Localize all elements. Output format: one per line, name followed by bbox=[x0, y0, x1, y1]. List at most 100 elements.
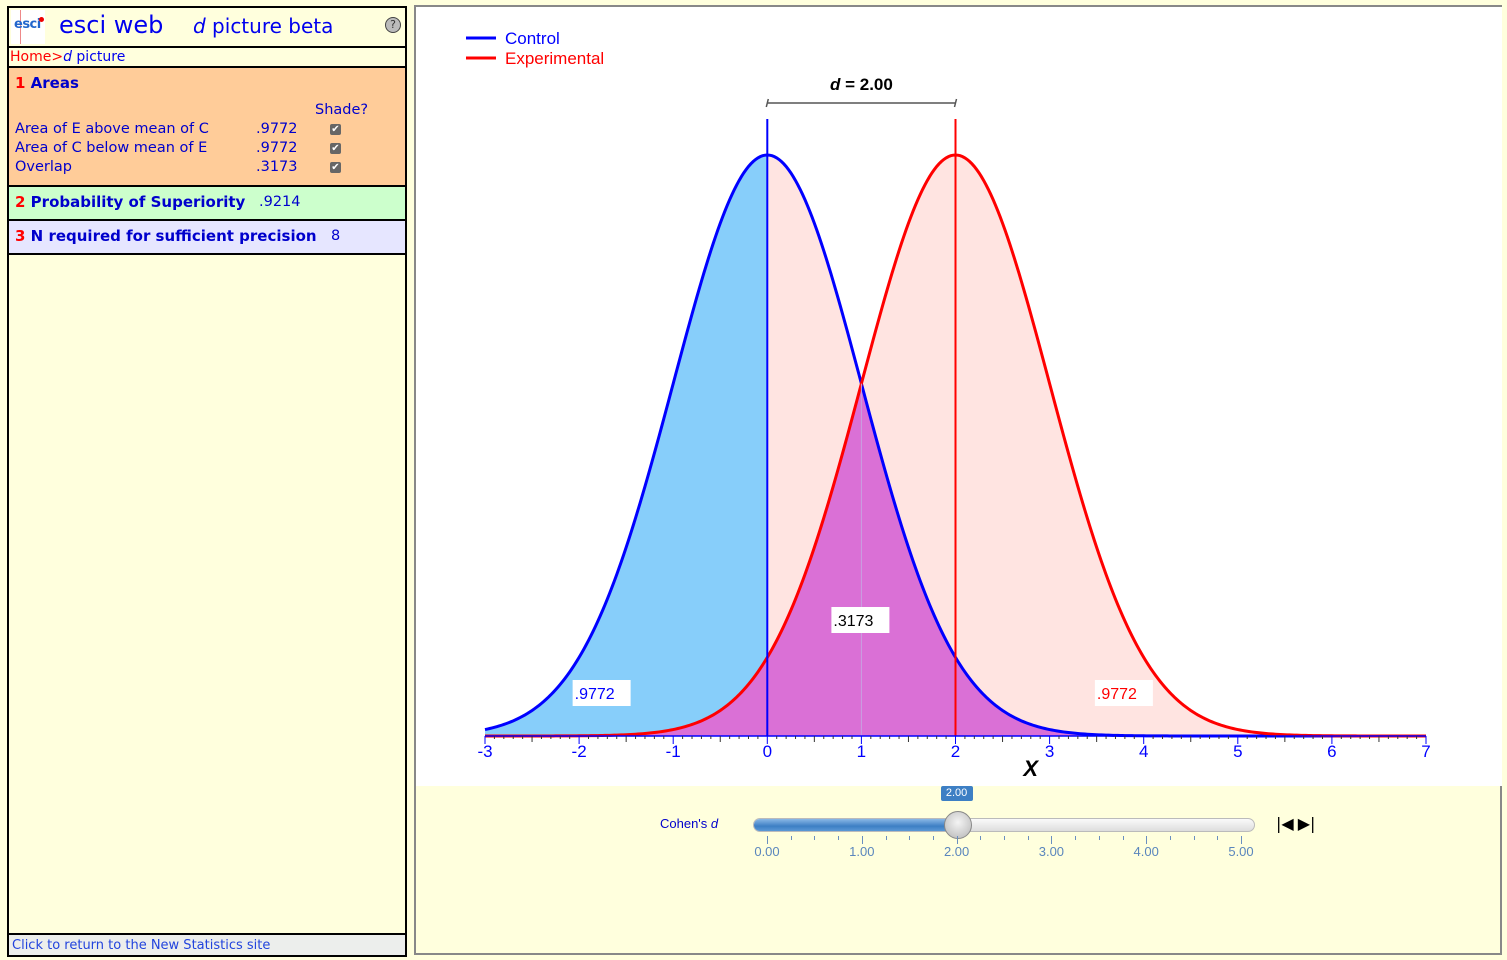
slider-tick bbox=[1146, 836, 1148, 844]
page-title: d picture beta bbox=[193, 14, 333, 38]
x-tick-label: -3 bbox=[477, 742, 492, 761]
section-title: Probability of Superiority bbox=[30, 193, 246, 211]
x-tick-label: 6 bbox=[1327, 742, 1336, 761]
breadcrumb-separator: > bbox=[51, 49, 64, 65]
slider-tick bbox=[885, 836, 887, 840]
area-row-label: Area of C below mean of E bbox=[15, 140, 208, 156]
slider-tick bbox=[1217, 836, 1219, 840]
page-title-d: d bbox=[193, 14, 206, 38]
annotation-label: .3173 bbox=[833, 613, 873, 630]
areas-section: 1 Areas Shade? Area of E above mean of C… bbox=[9, 68, 405, 187]
slider-tick-label: 4.00 bbox=[1133, 844, 1159, 859]
slider-tick-label: 0.00 bbox=[754, 844, 780, 859]
cohens-d-prefix: Cohen's bbox=[660, 816, 711, 831]
slider-tick bbox=[1075, 836, 1077, 840]
slider-value-bubble: 2.00 bbox=[940, 786, 973, 801]
slider-tick bbox=[814, 836, 816, 840]
x-tick-label: -2 bbox=[572, 742, 587, 761]
legend-control-label: Control bbox=[505, 29, 560, 48]
esci-logo[interactable]: esci bbox=[11, 10, 45, 44]
breadcrumb-d: d bbox=[63, 49, 72, 65]
slider-tick bbox=[956, 836, 958, 844]
chart-panel: -3 -2 -1 0 1 2 3 4 5 6 7 .9772 .3173 .9772 Control E… bbox=[414, 5, 1502, 955]
breadcrumb: Home>d picture bbox=[9, 48, 405, 68]
annotation-label: .9772 bbox=[1097, 686, 1137, 703]
area-row-value: .3173 bbox=[256, 159, 298, 175]
slider-area: Cohen's d 2.00 0.00 1.00 2.00 3.00 4.00 5.00 … bbox=[416, 786, 1502, 956]
x-tick-label: 5 bbox=[1233, 742, 1242, 761]
annotation-label: .9772 bbox=[575, 686, 615, 703]
n-required-section: 3 N required for sufficient precision 8 bbox=[9, 221, 405, 255]
shade-checkbox[interactable]: ✔ bbox=[330, 162, 341, 173]
d-bracket-right-tick bbox=[953, 98, 958, 108]
section-number: 3 bbox=[15, 227, 26, 245]
step-buttons: |◀ ▶| bbox=[1276, 814, 1319, 833]
section-number: 1 bbox=[15, 74, 26, 92]
breadcrumb-home[interactable]: Home bbox=[10, 49, 51, 65]
plot-area: -3 -2 -1 0 1 2 3 4 5 6 7 .9772 .3173 .9772 Control E… bbox=[416, 7, 1502, 786]
superiority-header[interactable]: 2 Probability of Superiority bbox=[15, 193, 245, 211]
slider-tick bbox=[1241, 836, 1242, 844]
slider-tick-label: 3.00 bbox=[1038, 844, 1065, 859]
superiority-section: 2 Probability of Superiority .9214 bbox=[9, 187, 405, 221]
legend-experimental-label: Experimental bbox=[505, 49, 604, 68]
section-number: 2 bbox=[15, 193, 26, 211]
logo-dot bbox=[39, 17, 44, 22]
d-title: d = 2.00 bbox=[830, 75, 893, 94]
cohens-d-label: Cohen's d bbox=[660, 816, 718, 831]
slider-tick bbox=[790, 836, 792, 840]
slider-tick bbox=[1122, 836, 1124, 840]
slider-tick bbox=[1193, 836, 1195, 840]
slider-tick bbox=[1027, 836, 1029, 840]
step-back-icon[interactable]: |◀ bbox=[1276, 814, 1294, 833]
n-required-header[interactable]: 3 N required for sufficient precision bbox=[15, 227, 317, 245]
slider-tick bbox=[1098, 836, 1100, 840]
slider-tick-label: 5.00 bbox=[1228, 844, 1254, 859]
page-title-rest: picture beta bbox=[205, 14, 334, 38]
slider-tick bbox=[861, 836, 863, 844]
d-picture-chart: -3 -2 -1 0 1 2 3 4 5 6 7 .9772 .3173 .9772 Control E… bbox=[466, 29, 1431, 781]
slider-tick bbox=[932, 836, 934, 840]
x-tick-label: -1 bbox=[666, 742, 681, 761]
d-bracket-left-tick bbox=[765, 98, 770, 108]
slider-fill bbox=[754, 819, 958, 831]
area-row-value: .9772 bbox=[256, 121, 298, 137]
cohens-d-slider[interactable] bbox=[753, 811, 1255, 839]
shade-checkbox[interactable]: ✔ bbox=[330, 124, 341, 135]
areas-header[interactable]: 1 Areas bbox=[15, 74, 79, 92]
app-title: esci web bbox=[59, 11, 164, 39]
breadcrumb-current: d picture bbox=[63, 49, 125, 65]
slider-tick bbox=[767, 836, 768, 844]
slider-tick bbox=[980, 836, 982, 840]
slider-tick bbox=[1051, 836, 1053, 844]
section-title: N required for sufficient precision bbox=[30, 227, 317, 245]
slider-tick-label: 1.00 bbox=[849, 844, 875, 859]
slider-tick bbox=[838, 836, 840, 840]
superiority-value: .9214 bbox=[259, 194, 301, 210]
help-icon[interactable]: ? bbox=[385, 17, 401, 33]
left-panel: esci esci web d picture beta ? Home>d pi… bbox=[7, 6, 407, 957]
x-tick-label: 7 bbox=[1421, 742, 1430, 761]
slider-tick bbox=[1004, 836, 1005, 840]
slider-thumb[interactable] bbox=[943, 811, 972, 839]
x-tick-label: 4 bbox=[1139, 742, 1148, 761]
breadcrumb-current-rest: picture bbox=[71, 49, 126, 65]
slider-tick bbox=[1169, 836, 1171, 840]
slider-tick-label: 2.00 bbox=[943, 844, 970, 859]
slider-ticks: 0.00 1.00 2.00 3.00 4.00 5.00 bbox=[753, 836, 1255, 866]
section-title: Areas bbox=[30, 74, 79, 92]
area-row-label: Area of E above mean of C bbox=[15, 121, 209, 137]
x-axis-label: X bbox=[1021, 756, 1039, 781]
shade-checkbox[interactable]: ✔ bbox=[330, 143, 341, 154]
app-header: esci esci web d picture beta ? bbox=[9, 8, 405, 48]
shade-header: Shade? bbox=[315, 102, 369, 118]
x-tick-label: 0 bbox=[763, 742, 772, 761]
new-statistics-link[interactable]: Click to return to the New Statistics si… bbox=[9, 933, 405, 955]
x-tick-label: 2 bbox=[951, 742, 960, 761]
cohens-d-italic: d bbox=[710, 816, 719, 831]
area-row-label: Overlap bbox=[15, 159, 72, 175]
n-required-value: 8 bbox=[331, 228, 341, 244]
slider-tick bbox=[909, 836, 911, 840]
step-forward-icon[interactable]: ▶| bbox=[1298, 814, 1316, 833]
logo-text: esci bbox=[14, 17, 41, 32]
